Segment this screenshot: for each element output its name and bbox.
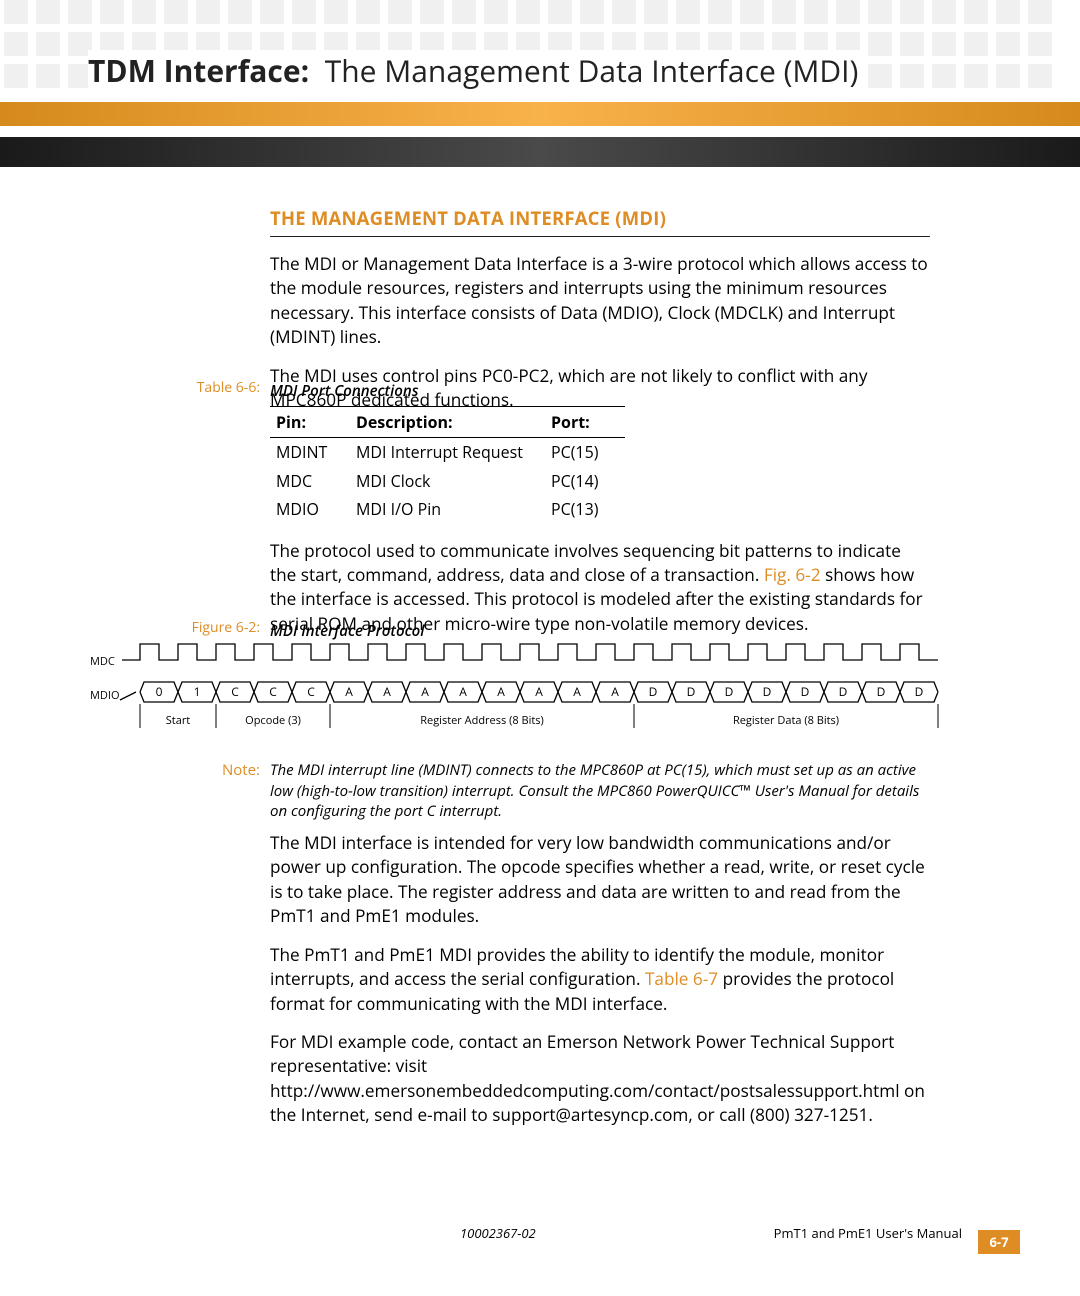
table-caption: MDI Port Connections (270, 381, 418, 401)
svg-text:C: C (231, 683, 239, 700)
svg-text:D: D (725, 683, 734, 700)
svg-text:A: A (535, 683, 543, 700)
svg-text:D: D (839, 683, 848, 700)
paragraph-4: The MDI interface is intended for very l… (270, 832, 930, 930)
svg-text:A: A (421, 683, 429, 700)
svg-text:D: D (915, 683, 924, 700)
svg-text:A: A (611, 683, 619, 700)
svg-text:D: D (801, 683, 810, 700)
page-title-bold: TDM Interface: (88, 50, 309, 91)
section-heading: THE MANAGEMENT DATA INTERFACE (MDI) (270, 206, 930, 237)
table-row: MDINT MDI Interrupt Request PC(15) (270, 438, 625, 467)
page-title-sub: The Management Data Interface (MDI) (325, 50, 859, 91)
note-text: The MDI interrupt line (MDINT) connects … (270, 760, 930, 822)
table-label: Table 6-6: (0, 378, 260, 398)
svg-text:A: A (573, 683, 581, 700)
table-ref-link[interactable]: Table 6-7 (645, 968, 718, 991)
svg-text:1: 1 (194, 683, 201, 700)
paragraph-6: For MDI example code, contact an Emerson… (270, 1031, 930, 1129)
page-title: TDM Interface: The Management Data Inter… (88, 50, 868, 92)
manual-name: PmT1 and PmE1 User's Manual (774, 1224, 962, 1242)
grp-start: Start (166, 713, 191, 728)
paragraph-5: The PmT1 and PmE1 MDI provides the abili… (270, 944, 930, 1017)
mdi-protocol-diagram: MDC MDIO 0 1 C C C A A A A A A A A D D D D D D D D Start Opc… (90, 636, 990, 736)
doc-id: 10002367-02 (460, 1224, 536, 1242)
th-port: Port: (545, 407, 625, 438)
grp-regaddr: Register Address (8 Bits) (420, 713, 544, 728)
svg-text:A: A (345, 683, 353, 700)
page-footer: 10002367-02 PmT1 and PmE1 User's Manual … (0, 1224, 1080, 1250)
grp-regdata: Register Data (8 Bits) (733, 713, 839, 728)
mdc-label: MDC (90, 654, 115, 669)
svg-text:C: C (269, 683, 277, 700)
svg-text:A: A (383, 683, 391, 700)
th-desc: Description: (350, 407, 545, 438)
svg-text:D: D (687, 683, 696, 700)
svg-text:A: A (497, 683, 505, 700)
svg-text:D: D (877, 683, 886, 700)
svg-text:0: 0 (156, 683, 163, 700)
fig-ref-link[interactable]: Fig. 6-2 (764, 564, 821, 587)
grp-opcode: Opcode (3) (245, 713, 301, 728)
figure-label: Figure 6-2: (0, 618, 260, 638)
mdio-label: MDIO (90, 688, 120, 703)
dark-band (0, 137, 1080, 167)
table-row: MDIO MDI I/O Pin PC(13) (270, 495, 625, 523)
note-label: Note: (0, 760, 260, 781)
timing-svg: 0 1 C C C A A A A A A A A D D D D D D D D Start Opcode (3) R… (90, 636, 990, 736)
th-pin: Pin: (270, 407, 350, 438)
svg-text:D: D (649, 683, 658, 700)
mdi-port-table: Pin: Description: Port: MDINT MDI Interr… (270, 406, 625, 524)
table-row: MDC MDI Clock PC(14) (270, 467, 625, 495)
svg-text:C: C (307, 683, 315, 700)
page-number: 6-7 (978, 1230, 1020, 1254)
svg-text:D: D (763, 683, 772, 700)
paragraph-1: The MDI or Management Data Interface is … (270, 253, 930, 351)
svg-text:A: A (459, 683, 467, 700)
orange-band (0, 102, 1080, 126)
